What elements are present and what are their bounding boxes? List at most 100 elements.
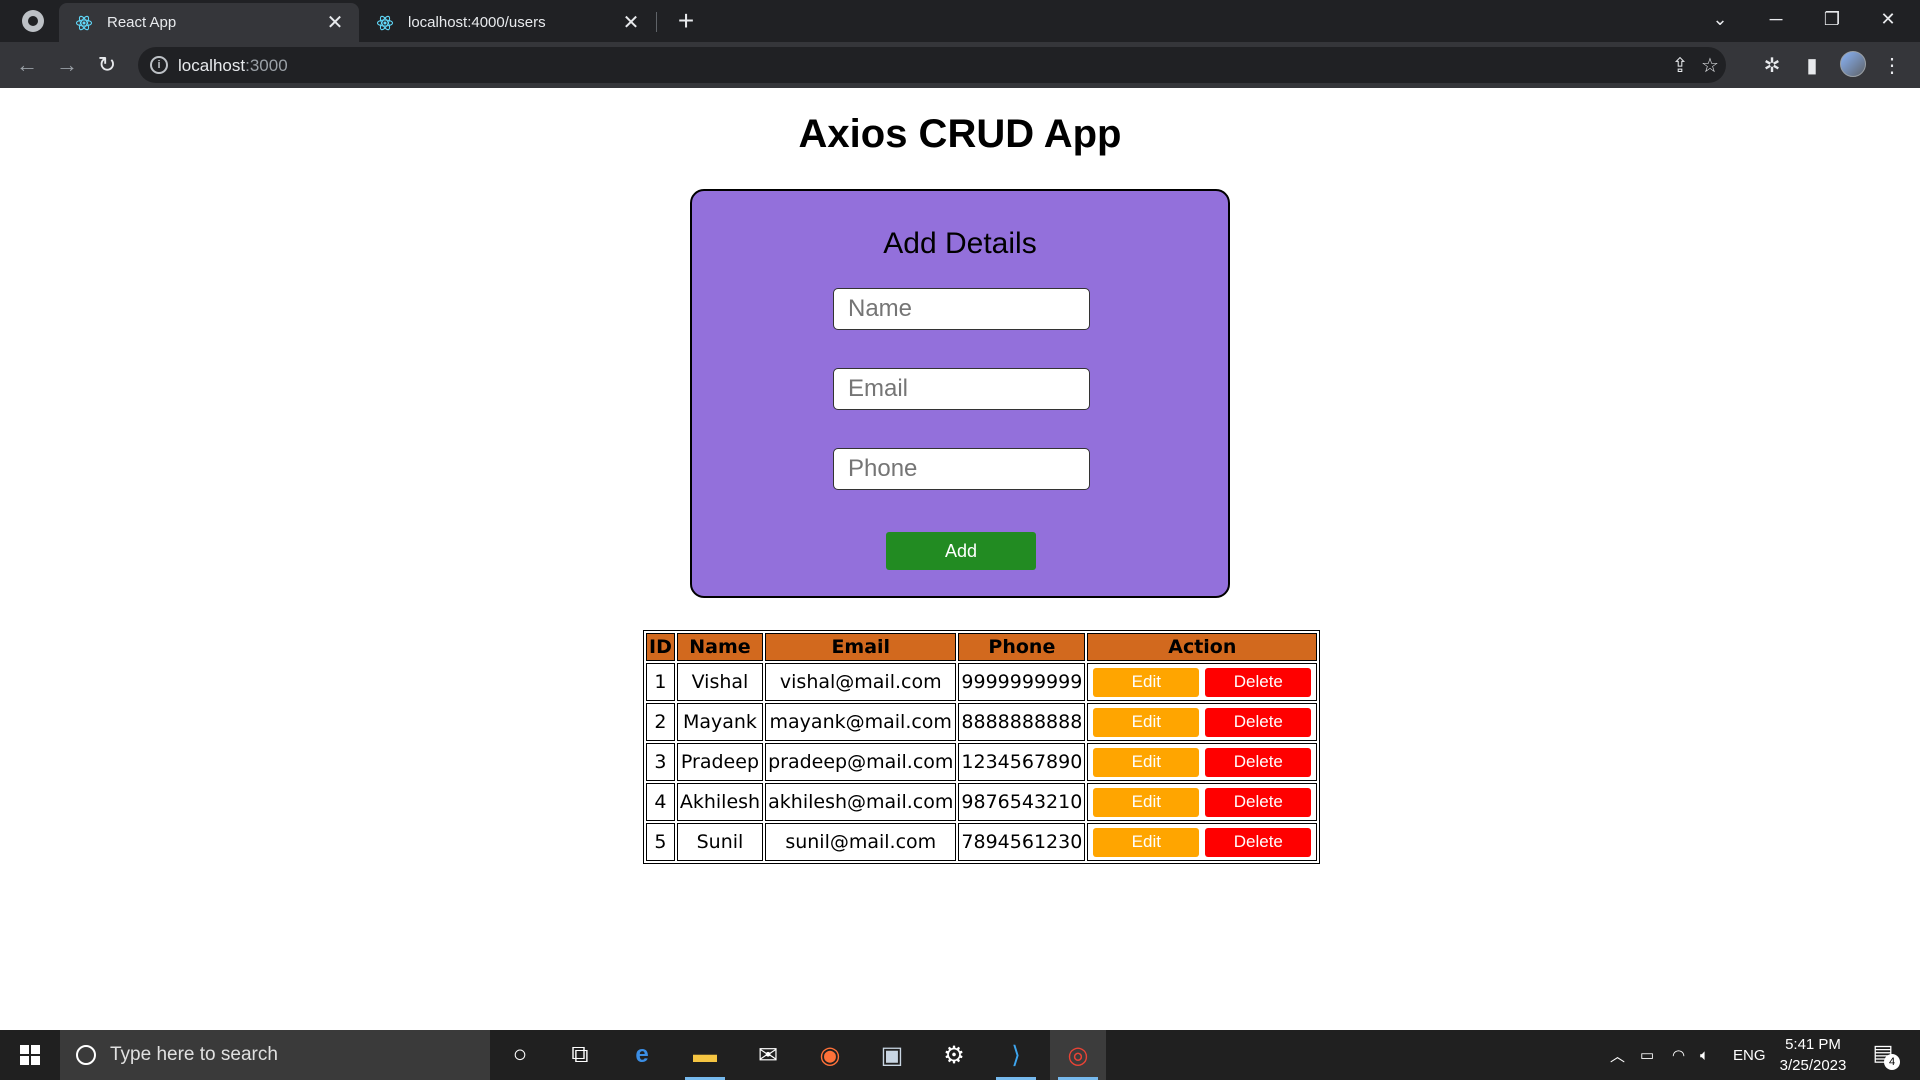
cell-phone: 9876543210 [958, 783, 1086, 821]
email-input[interactable] [833, 368, 1090, 410]
tab-users-api[interactable]: localhost:4000/users ✕ [360, 3, 655, 42]
edit-button[interactable]: Edit [1093, 707, 1200, 737]
tab-title: localhost:4000/users [408, 14, 546, 31]
cell-action: Edit Delete [1087, 703, 1318, 741]
edit-button[interactable]: Edit [1093, 827, 1200, 857]
search-placeholder: Type here to search [110, 1044, 278, 1065]
address-bar[interactable]: i localhost:3000 ⇪ ☆ [138, 47, 1726, 83]
tab-search-icon[interactable]: ⌄ [1692, 0, 1748, 38]
table-row: 5 Sunil sunil@mail.com 7894561230 Edit De… [646, 823, 1318, 861]
cell-name: Vishal [676, 663, 764, 701]
side-panel-icon[interactable]: ▮ [1800, 53, 1824, 77]
close-icon[interactable]: ✕ [619, 11, 643, 35]
clock-date: 3/25/2023 [1779, 1057, 1847, 1074]
reload-button[interactable]: ↻ [91, 49, 123, 81]
edge-icon[interactable]: e [614, 1030, 670, 1080]
vscode-icon[interactable]: ⟩ [988, 1030, 1044, 1080]
cell-email: sunil@mail.com [765, 823, 957, 861]
table-row: 3 Pradeep pradeep@mail.com 1234567890 Ed… [646, 743, 1318, 781]
header-action: Action [1087, 633, 1318, 661]
cell-id: 1 [646, 663, 675, 701]
react-icon [75, 15, 93, 30]
header-email: Email [765, 633, 957, 661]
taskbar-search-box[interactable]: Type here to search [60, 1030, 490, 1080]
cell-id: 3 [646, 743, 675, 781]
firefox-icon[interactable]: ◉ [802, 1030, 858, 1080]
taskbar-clock[interactable]: 5:41 PM 3/25/2023 [1768, 1034, 1858, 1076]
network-icon[interactable]: ◠ [1672, 1030, 1685, 1080]
search-icon [76, 1045, 96, 1065]
notification-center-icon[interactable]: ▤ 4 [1868, 1040, 1900, 1070]
pictures-app-icon[interactable]: ▣ [864, 1030, 920, 1080]
profile-avatar[interactable] [1840, 51, 1866, 77]
cell-id: 5 [646, 823, 675, 861]
delete-button[interactable]: Delete [1205, 667, 1312, 697]
cell-action: Edit Delete [1087, 783, 1318, 821]
cell-name: Mayank [676, 703, 764, 741]
volume-icon[interactable]: 🔈︎ [1700, 1030, 1709, 1080]
edit-button[interactable]: Edit [1093, 747, 1200, 777]
phone-input[interactable] [833, 448, 1090, 490]
close-window-button[interactable]: ✕ [1860, 0, 1916, 38]
tab-react-app[interactable]: React App ✕ [59, 3, 359, 42]
close-icon[interactable]: ✕ [323, 11, 347, 35]
minimize-button[interactable]: ─ [1748, 0, 1804, 38]
add-details-form: Add Details Add [690, 189, 1230, 598]
task-view-icon[interactable]: ⧉ [552, 1030, 608, 1080]
settings-icon[interactable]: ⚙ [926, 1030, 982, 1080]
cell-action: Edit Delete [1087, 663, 1318, 701]
delete-button[interactable]: Delete [1205, 707, 1312, 737]
browser-menu-icon[interactable] [22, 10, 44, 32]
mail-icon[interactable]: ✉ [740, 1030, 796, 1080]
cell-action: Edit Delete [1087, 823, 1318, 861]
forward-button[interactable]: → [51, 49, 83, 81]
extensions-icon[interactable]: ✲ [1760, 53, 1784, 77]
header-name: Name [676, 633, 764, 661]
windows-taskbar: Type here to search ○ ⧉ e ▬ ✉ ◉ ▣ ⚙ ⟩ ◎ … [0, 1030, 1920, 1080]
delete-button[interactable]: Delete [1205, 747, 1312, 777]
header-id: ID [646, 633, 675, 661]
bookmark-star-icon[interactable]: ☆ [1698, 53, 1722, 77]
more-options-icon[interactable]: ⋮ [1880, 53, 1904, 77]
start-button[interactable] [0, 1030, 60, 1080]
delete-button[interactable]: Delete [1205, 787, 1312, 817]
edit-button[interactable]: Edit [1093, 787, 1200, 817]
edit-button[interactable]: Edit [1093, 667, 1200, 697]
page-content: Axios CRUD App Add Details Add ID Name E… [0, 88, 1920, 1030]
cell-phone: 8888888888 [958, 703, 1086, 741]
users-table: ID Name Email Phone Action 1 Vishal vish… [643, 630, 1321, 864]
notification-count: 4 [1884, 1054, 1900, 1070]
cell-action: Edit Delete [1087, 743, 1318, 781]
windows-logo-icon [20, 1045, 40, 1065]
cell-email: pradeep@mail.com [765, 743, 957, 781]
delete-button[interactable]: Delete [1205, 827, 1312, 857]
language-indicator[interactable]: ENG [1733, 1030, 1766, 1080]
share-icon[interactable]: ⇪ [1668, 53, 1692, 77]
cell-id: 2 [646, 703, 675, 741]
file-explorer-icon[interactable]: ▬ [677, 1030, 733, 1080]
cell-email: mayank@mail.com [765, 703, 957, 741]
cell-name: Pradeep [676, 743, 764, 781]
react-icon [376, 15, 394, 30]
cell-phone: 1234567890 [958, 743, 1086, 781]
form-title: Add Details [883, 227, 1037, 260]
tab-divider [656, 12, 657, 32]
url-port: :3000 [245, 56, 288, 75]
back-button[interactable]: ← [11, 49, 43, 81]
table-row: 1 Vishal vishal@mail.com 9999999999 Edit… [646, 663, 1318, 701]
restore-button[interactable]: ❐ [1804, 0, 1860, 38]
add-button[interactable]: Add [886, 532, 1036, 570]
show-hidden-icons[interactable]: ︿ [1610, 1030, 1625, 1080]
site-info-icon[interactable]: i [150, 56, 168, 74]
name-input[interactable] [833, 288, 1090, 330]
header-phone: Phone [958, 633, 1086, 661]
url-host: localhost [178, 56, 246, 75]
cell-phone: 9999999999 [958, 663, 1086, 701]
chrome-icon[interactable]: ◎ [1050, 1030, 1106, 1080]
tab-title: React App [107, 14, 177, 31]
new-tab-button[interactable]: + [672, 7, 700, 36]
battery-icon[interactable]: ▭ [1640, 1030, 1654, 1080]
cortana-icon[interactable]: ○ [492, 1030, 548, 1080]
cell-name: Akhilesh [676, 783, 764, 821]
cell-name: Sunil [676, 823, 764, 861]
